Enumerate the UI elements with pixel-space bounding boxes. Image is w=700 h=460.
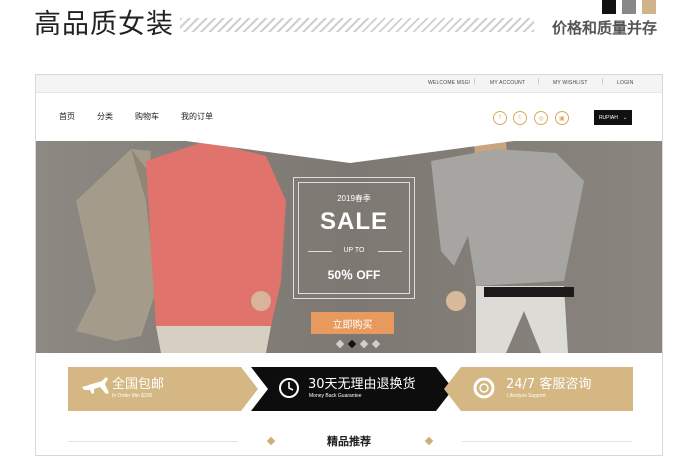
- facebook-icon[interactable]: f: [493, 111, 507, 125]
- feature-strip: 全国包邮 In Order Min $200 30天无理由退换货 Money B…: [36, 353, 662, 423]
- page: 高品质女装 价格和质量并存 WELCOME MSG! | MY ACCOUNT …: [0, 0, 700, 460]
- nav-cart[interactable]: 购物车: [135, 111, 159, 122]
- topbar-separator: |: [474, 79, 476, 85]
- airplane-icon: [82, 377, 110, 399]
- clock-icon: [279, 378, 299, 398]
- feature-subtitle-support: Lifestyes Support: [507, 393, 546, 399]
- chevron-down-icon: ⌄: [622, 114, 628, 121]
- dribbble-icon[interactable]: ◎: [534, 111, 548, 125]
- currency-label: RUPIAH: [598, 114, 618, 121]
- banner-title: 高品质女装: [34, 9, 174, 40]
- banner-tagline: 价格和质量并存: [552, 19, 658, 37]
- swatch-gray: [622, 0, 636, 14]
- feature-title-support: 24/7 客服咨询: [506, 377, 592, 392]
- nav-home[interactable]: 首页: [59, 111, 75, 122]
- top-utility-bar: WELCOME MSG! | MY ACCOUNT | MY WISHLIST …: [36, 75, 662, 93]
- website-preview: WELCOME MSG! | MY ACCOUNT | MY WISHLIST …: [35, 74, 663, 456]
- currency-select[interactable]: RUPIAH ⌄: [594, 110, 632, 125]
- color-swatches: [602, 0, 656, 14]
- divider: [378, 251, 402, 252]
- hero-banner: 2019春季 SALE UP TO 50％ OFF 立即购买: [36, 141, 662, 353]
- nav-my-orders[interactable]: 我的订单: [181, 111, 213, 122]
- my-wishlist-link[interactable]: MY WISHLIST: [553, 80, 588, 86]
- sale-percent-label: 50％ OFF: [327, 268, 381, 282]
- twitter-icon[interactable]: t: [513, 111, 527, 125]
- swatch-black: [602, 0, 616, 14]
- nav-category[interactable]: 分类: [97, 111, 113, 122]
- sale-heading: SALE: [319, 208, 388, 235]
- feature-title-returns: 30天无理由退换货: [308, 377, 416, 392]
- feature-subtitle-returns: Money Back Guarantee: [309, 393, 362, 399]
- swatch-tan: [642, 0, 656, 14]
- feature-title-shipping: 全国包邮: [112, 377, 165, 392]
- section-divider: [462, 441, 632, 442]
- feature-subtitle-shipping: In Order Min $200: [112, 393, 153, 399]
- instagram-icon[interactable]: ▣: [555, 111, 569, 125]
- topbar-separator: |: [538, 79, 540, 85]
- lifebuoy-icon: [474, 378, 494, 398]
- login-link[interactable]: LOGIN: [617, 80, 634, 86]
- topbar-separator: |: [602, 79, 604, 85]
- decorative-hatch: [180, 18, 534, 32]
- sale-season-label: 2019春季: [337, 194, 371, 203]
- sale-frame: 2019春季 SALE UP TO 50％ OFF: [293, 177, 415, 299]
- buy-now-button[interactable]: 立即购买: [311, 312, 394, 334]
- my-account-link[interactable]: MY ACCOUNT: [490, 80, 525, 86]
- welcome-link[interactable]: WELCOME MSG!: [428, 80, 470, 86]
